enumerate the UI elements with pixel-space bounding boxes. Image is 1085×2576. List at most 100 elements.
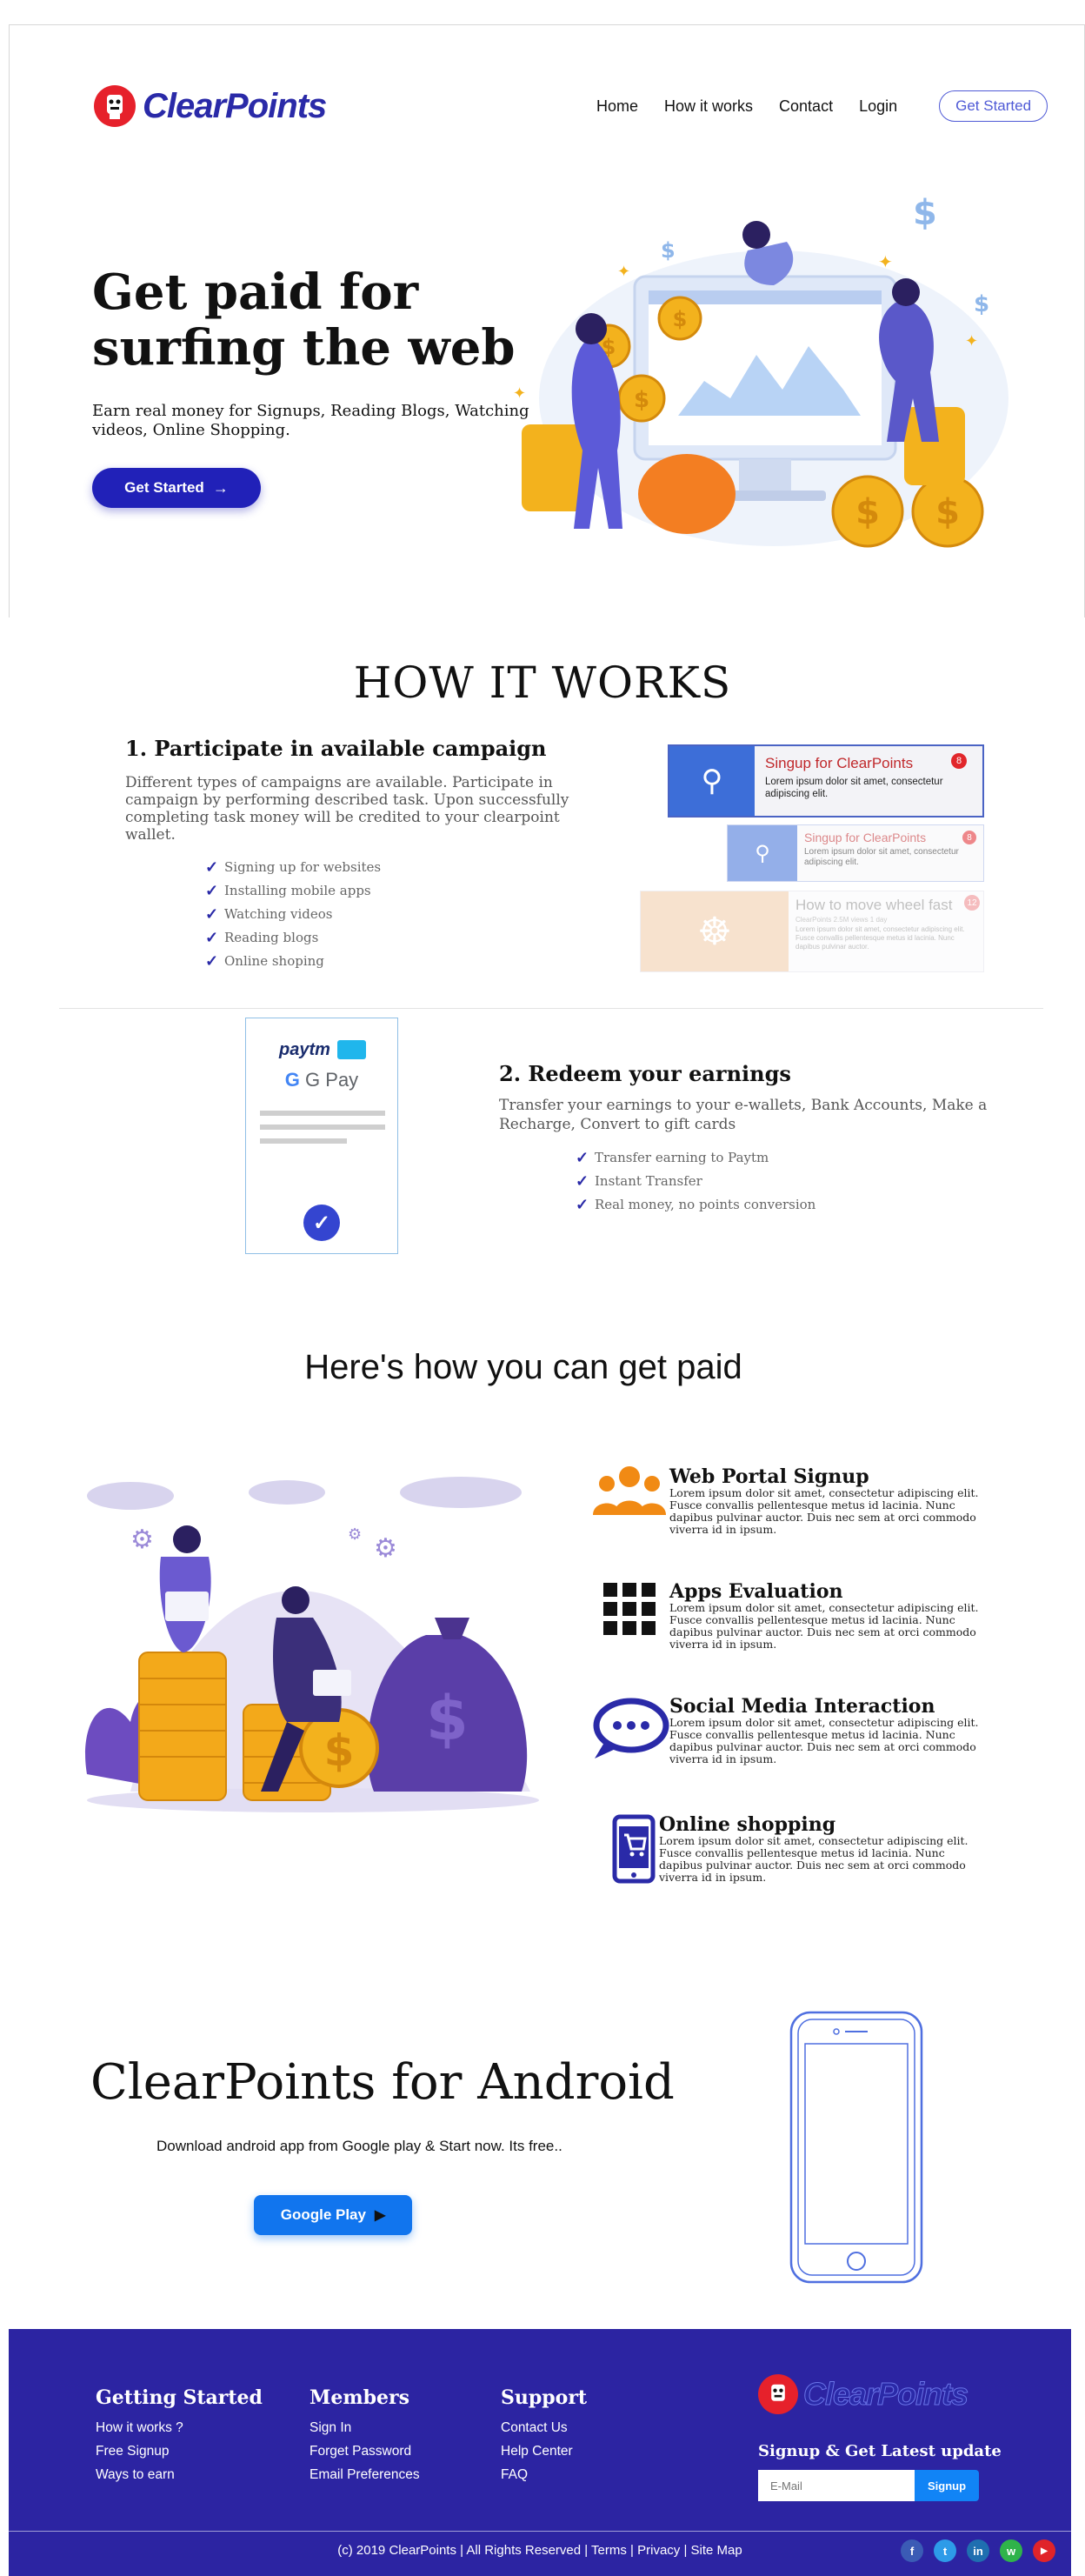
- newsletter-title: Signup & Get Latest update: [758, 2442, 1002, 2460]
- campaign-card: ☸ How to move wheel fast ClearPoints 2.5…: [640, 891, 984, 972]
- footer-column-title: Getting Started: [96, 2386, 263, 2409]
- footer-link[interactable]: Free Signup: [96, 2439, 263, 2463]
- ferris-wheel-icon: ☸: [641, 891, 789, 971]
- get-paid-illustration: $ $ ⚙ ⚙ ⚙: [85, 1477, 539, 1812]
- main-nav: Home How it works Contact Login Get Star…: [596, 90, 1048, 122]
- footer-column-title: Members: [310, 2386, 409, 2409]
- campaign-badge: 8: [951, 753, 967, 769]
- campaign-card-title: Singup for ClearPoints: [765, 755, 914, 771]
- footer-link[interactable]: Ways to earn: [96, 2463, 263, 2486]
- campaign-badge: 12: [964, 895, 980, 911]
- feature-item: Social Media Interaction Lorem ipsum dol…: [589, 1696, 1000, 1765]
- logo-mascot-icon: [94, 85, 136, 127]
- campaign-card: ⚲ Singup for ClearPoints Lorem ipsum dol…: [727, 824, 984, 882]
- svg-text:⚙: ⚙: [348, 1525, 362, 1543]
- android-subtitle: Download android app from Google play & …: [156, 2138, 562, 2154]
- list-item: ✓ Online shoping: [205, 950, 381, 973]
- campaign-card-title: Singup for ClearPoints: [804, 831, 927, 844]
- paytm-logo: paytm: [279, 1038, 366, 1062]
- grid-icon: [589, 1581, 669, 1637]
- svg-text:✦: ✦: [617, 263, 630, 280]
- logo-mascot-icon: [758, 2374, 798, 2414]
- step2-title: 2. Redeem your earnings: [499, 1061, 791, 1086]
- placeholder-line: [260, 1138, 347, 1144]
- feature-description: Lorem ipsum dolor sit amet, consectetur …: [669, 1716, 979, 1765]
- svg-text:$: $: [935, 492, 960, 532]
- feature-title: Online shopping: [659, 1813, 836, 1836]
- nav-get-started-button[interactable]: Get Started: [939, 90, 1048, 122]
- footer-column-title: Support: [501, 2386, 588, 2409]
- whatsapp-icon[interactable]: w: [1000, 2539, 1022, 2562]
- checkmark-icon: ✓: [205, 882, 219, 900]
- svg-text:✦: ✦: [513, 384, 526, 402]
- svg-text:$: $: [855, 492, 880, 532]
- shuttlecock-icon: ⚲: [669, 746, 755, 816]
- twitter-icon[interactable]: t: [934, 2539, 956, 2562]
- svg-text:$: $: [634, 387, 649, 413]
- list-item: ✓ Signing up for websites: [205, 856, 381, 879]
- footer-link[interactable]: How it works ?: [96, 2416, 263, 2439]
- play-icon: ▶: [374, 2208, 386, 2223]
- footer-link[interactable]: Help Center: [501, 2439, 587, 2463]
- svg-text:$: $: [913, 193, 937, 233]
- campaign-cards-illustration: ⚲ Singup for ClearPoints Lorem ipsum dol…: [640, 744, 988, 974]
- youtube-icon[interactable]: ▶: [1033, 2539, 1055, 2562]
- arrow-right-icon: →: [212, 478, 229, 497]
- phone-outline-illustration: [789, 2011, 923, 2284]
- android-title: ClearPoints for Android: [90, 2054, 675, 2111]
- nav-contact[interactable]: Contact: [779, 97, 833, 116]
- newsletter-signup-button[interactable]: Signup: [915, 2470, 979, 2501]
- feature-list: Web Portal Signup Lorem ipsum dolor sit …: [589, 1466, 1000, 1888]
- campaign-card: ⚲ Singup for ClearPoints Lorem ipsum dol…: [668, 744, 984, 818]
- google-play-button[interactable]: Google Play ▶: [254, 2195, 412, 2235]
- list-item: ✓ Installing mobile apps: [205, 879, 381, 903]
- linkedin-icon[interactable]: in: [967, 2539, 989, 2562]
- footer-logo[interactable]: ClearPoints: [758, 2374, 969, 2414]
- step1-list: ✓ Signing up for websites ✓ Installing mob…: [205, 856, 381, 973]
- footer-link[interactable]: FAQ: [501, 2463, 587, 2486]
- hero-button-label: Get Started: [124, 479, 204, 496]
- campaign-card-text: Lorem ipsum dolor sit amet, consectetur …: [795, 925, 965, 951]
- step2-description: Transfer your earnings to your e-wallets…: [499, 1097, 988, 1133]
- footer-link[interactable]: Contact Us: [501, 2416, 587, 2439]
- nav-login[interactable]: Login: [859, 97, 897, 116]
- feature-description: Lorem ipsum dolor sit amet, consectetur …: [669, 1486, 979, 1536]
- users-icon: [589, 1466, 669, 1515]
- facebook-icon[interactable]: f: [901, 2539, 923, 2562]
- campaign-card-title: How to move wheel fast: [795, 897, 953, 913]
- footer-link[interactable]: Sign In: [310, 2416, 420, 2439]
- feature-title: Apps Evaluation: [669, 1580, 843, 1603]
- gpay-logo: G G Pay: [284, 1069, 359, 1091]
- checkmark-icon: ✓: [576, 1149, 589, 1167]
- campaign-card-text: Lorem ipsum dolor sit amet, consectetur …: [804, 847, 959, 867]
- checkmark-icon: ✓: [205, 905, 219, 924]
- svg-text:$: $: [673, 307, 688, 331]
- get-paid-title: Here's how you can get paid: [304, 1348, 742, 1386]
- hero-illustration: $$$ $ $ $$$ ✦✦✦✦: [513, 193, 1008, 548]
- list-item: ✓ Transfer earning to Paytm: [576, 1146, 815, 1170]
- nav-how-it-works[interactable]: How it works: [664, 97, 753, 116]
- svg-text:$: $: [974, 291, 989, 317]
- list-item: ✓ Reading blogs: [205, 926, 381, 950]
- newsletter-email-input[interactable]: [758, 2470, 915, 2501]
- footer-column-support: Support Contact Us Help Center FAQ: [501, 2386, 587, 2486]
- footer-link[interactable]: Email Preferences: [310, 2463, 420, 2486]
- svg-text:⚙: ⚙: [374, 1534, 397, 1563]
- step2-list: ✓ Transfer earning to Paytm ✓ Instant Tran…: [576, 1146, 815, 1217]
- footer-link[interactable]: Forget Password: [310, 2439, 420, 2463]
- divider: [59, 1008, 1043, 1009]
- google-play-label: Google Play: [280, 2206, 366, 2223]
- checkmark-icon: ✓: [205, 929, 219, 947]
- campaign-badge: 8: [962, 831, 976, 844]
- feature-item: Web Portal Signup Lorem ipsum dolor sit …: [589, 1466, 1000, 1536]
- checkmark-icon: ✓: [576, 1172, 589, 1191]
- svg-text:$: $: [426, 1683, 469, 1754]
- hero-get-started-button[interactable]: Get Started →: [92, 468, 261, 508]
- nav-home[interactable]: Home: [596, 97, 638, 116]
- chat-bubble-icon: [589, 1696, 669, 1762]
- svg-text:$: $: [324, 1725, 355, 1776]
- placeholder-line: [260, 1124, 385, 1130]
- mobile-cart-icon: [612, 1814, 659, 1888]
- logo[interactable]: ClearPoints: [94, 82, 327, 130]
- list-item: ✓ Real money, no points conversion: [576, 1193, 815, 1217]
